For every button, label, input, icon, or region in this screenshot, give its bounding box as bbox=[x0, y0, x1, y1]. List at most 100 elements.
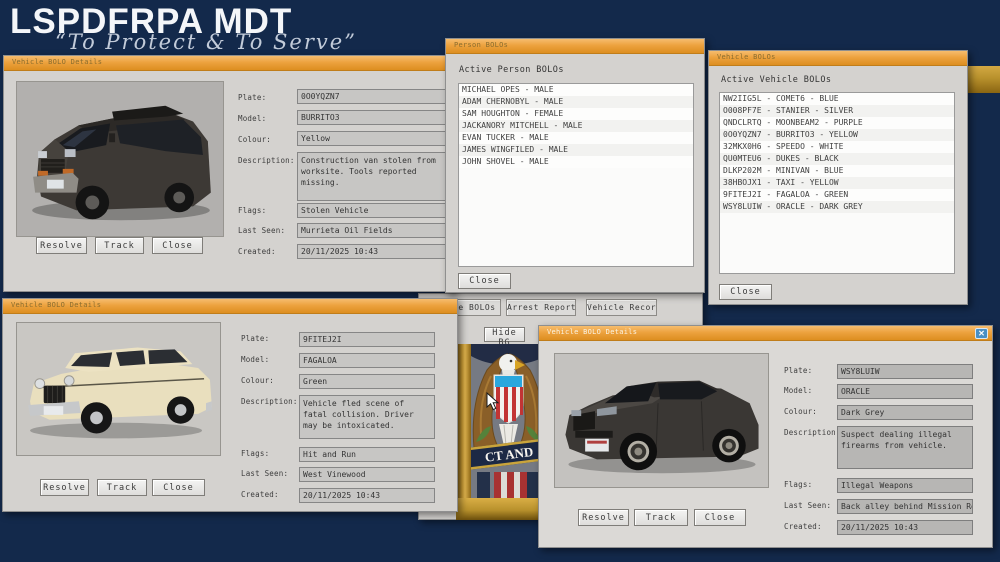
list-item[interactable]: 0O0YQZN7 - BURRITO3 - YELLOW bbox=[720, 129, 954, 141]
window-title: Person BOLOs bbox=[454, 41, 508, 49]
list-item[interactable]: 32MKX0H6 - SPEEDO - WHITE bbox=[720, 141, 954, 153]
window-vehicle-bolo-details-van: Vehicle BOLO Details bbox=[3, 55, 455, 292]
colour-label: Colour: bbox=[784, 407, 817, 416]
resolve-button[interactable]: Resolve bbox=[36, 237, 87, 254]
model-field[interactable]: FAGALOA bbox=[299, 353, 435, 368]
close-button[interactable]: Close bbox=[458, 273, 511, 289]
description-field[interactable]: Vehicle fled scene of fatal collision. D… bbox=[299, 395, 435, 439]
flags-label: Flags: bbox=[784, 480, 812, 489]
close-button[interactable]: Close bbox=[152, 237, 203, 254]
list-item[interactable]: QNDCLRTQ - MOONBEAM2 - PURPLE bbox=[720, 117, 954, 129]
list-item[interactable]: 38HBOJX1 - TAXI - YELLOW bbox=[720, 177, 954, 189]
description-label: Description: bbox=[784, 428, 841, 437]
seal-gold-footer bbox=[456, 498, 546, 520]
tab-vehicle-records[interactable]: Vehicle Records bbox=[586, 299, 657, 316]
mdt-screen: LSPDFRPA MDT “To Protect & To Serve” Veh… bbox=[0, 0, 1000, 562]
department-seal: CT AND bbox=[471, 344, 546, 520]
description-field[interactable]: Construction van stolen from worksite. T… bbox=[297, 152, 449, 201]
last-seen-label: Last Seen: bbox=[784, 501, 831, 510]
app-tagline: “To Protect & To Serve” bbox=[55, 30, 357, 54]
window-title: Vehicle BOLO Details bbox=[12, 58, 102, 66]
close-icon[interactable]: ✕ bbox=[975, 328, 988, 339]
description-label: Description: bbox=[238, 156, 295, 165]
last-seen-field[interactable]: West Vinewood bbox=[299, 467, 435, 482]
list-item[interactable]: O008PF7E - STANIER - SILVER bbox=[720, 105, 954, 117]
vehicle-bolos-heading: Active Vehicle BOLOs bbox=[721, 75, 831, 85]
list-item[interactable]: DLKP202M - MINIVAN - BLUE bbox=[720, 165, 954, 177]
titlebar[interactable]: Person BOLOs bbox=[446, 39, 704, 54]
window-person-bolos: Person BOLOs Active Person BOLOs MICHAEL… bbox=[445, 38, 705, 293]
flags-field[interactable]: Stolen Vehicle bbox=[297, 203, 449, 218]
flags-field[interactable]: Illegal Weapons bbox=[837, 478, 973, 493]
window-title: Vehicle BOLOs bbox=[717, 53, 776, 61]
vehicle-photo-wagon bbox=[16, 322, 221, 456]
window-vehicle-bolo-details-wagon: Vehicle BOLO Details Resolve bbox=[2, 298, 458, 512]
list-item[interactable]: MICHAEL OPES - MALE bbox=[459, 84, 693, 96]
list-item[interactable]: SAM HOUGHTON - FEMALE bbox=[459, 108, 693, 120]
seal-gold-column bbox=[456, 344, 471, 520]
resolve-button[interactable]: Resolve bbox=[578, 509, 629, 526]
close-button[interactable]: Close bbox=[694, 509, 746, 526]
created-label: Created: bbox=[238, 247, 276, 256]
plate-field[interactable]: 0O0YQZN7 bbox=[297, 89, 449, 104]
created-field[interactable]: 20/11/2025 10:43 bbox=[299, 488, 435, 503]
mouse-cursor-icon bbox=[486, 392, 500, 416]
resolve-button[interactable]: Resolve bbox=[40, 479, 89, 496]
last-seen-field[interactable]: Murrieta Oil Fields bbox=[297, 223, 449, 238]
flags-label: Flags: bbox=[238, 206, 266, 215]
created-field[interactable]: 20/11/2025 10:43 bbox=[297, 244, 449, 259]
created-label: Created: bbox=[784, 522, 822, 531]
vehicle-bolos-list: NW2IIG5L - COMET6 - BLUEO008PF7E - STANI… bbox=[719, 92, 955, 274]
model-label: Model: bbox=[241, 355, 269, 364]
flags-field[interactable]: Hit and Run bbox=[299, 447, 435, 462]
list-item[interactable]: QU0MTEU6 - DUKES - BLACK bbox=[720, 153, 954, 165]
close-button[interactable]: Close bbox=[719, 284, 772, 300]
description-label: Description: bbox=[241, 397, 298, 406]
close-button[interactable]: Close bbox=[152, 479, 205, 496]
list-item[interactable]: 9FITEJ2I - FAGALOA - GREEN bbox=[720, 189, 954, 201]
window-vehicle-bolo-details-sedan: Vehicle BOLO Details ✕ bbox=[538, 325, 993, 548]
titlebar[interactable]: Vehicle BOLOs bbox=[709, 51, 967, 66]
list-item[interactable]: JAMES WINGFILED - MALE bbox=[459, 144, 693, 156]
model-label: Model: bbox=[784, 386, 812, 395]
plate-field[interactable]: 9FITEJ2I bbox=[299, 332, 435, 347]
track-button[interactable]: Track bbox=[97, 479, 147, 496]
window-title: Vehicle BOLO Details bbox=[547, 328, 637, 336]
list-item[interactable]: ADAM CHERNOBYL - MALE bbox=[459, 96, 693, 108]
hide-bg-button[interactable]: Hide BG bbox=[484, 327, 525, 342]
plate-label: Plate: bbox=[241, 334, 269, 343]
track-button[interactable]: Track bbox=[634, 509, 688, 526]
vehicle-photo-sedan bbox=[554, 353, 769, 488]
model-field[interactable]: BURRITO3 bbox=[297, 110, 449, 125]
titlebar[interactable]: Vehicle BOLO Details ✕ bbox=[539, 326, 992, 341]
eagle-seal-graphic: CT AND bbox=[471, 344, 546, 520]
colour-label: Colour: bbox=[238, 135, 271, 144]
colour-field[interactable]: Dark Grey bbox=[837, 405, 973, 420]
list-item[interactable]: NW2IIG5L - COMET6 - BLUE bbox=[720, 93, 954, 105]
titlebar[interactable]: Vehicle BOLO Details bbox=[3, 299, 457, 314]
tab-arrest-reports[interactable]: Arrest Reports bbox=[506, 299, 576, 316]
person-bolos-heading: Active Person BOLOs bbox=[459, 65, 564, 75]
colour-field[interactable]: Yellow bbox=[297, 131, 449, 146]
list-item[interactable]: EVAN TUCKER - MALE bbox=[459, 132, 693, 144]
colour-field[interactable]: Green bbox=[299, 374, 435, 389]
last-seen-label: Last Seen: bbox=[241, 469, 288, 478]
window-vehicle-bolos: Vehicle BOLOs Active Vehicle BOLOs NW2II… bbox=[708, 50, 968, 305]
list-item[interactable]: JOHN SHOVEL - MALE bbox=[459, 156, 693, 168]
description-field[interactable]: Suspect dealing illegal firearms from ve… bbox=[837, 426, 973, 469]
list-item[interactable]: JACKANORY MITCHELL - MALE bbox=[459, 120, 693, 132]
window-title: Vehicle BOLO Details bbox=[11, 301, 101, 309]
created-field[interactable]: 20/11/2025 10:43 bbox=[837, 520, 973, 535]
track-button[interactable]: Track bbox=[95, 237, 144, 254]
person-bolos-list: MICHAEL OPES - MALEADAM CHERNOBYL - MALE… bbox=[458, 83, 694, 267]
list-item[interactable]: WSY8LUIW - ORACLE - DARK GREY bbox=[720, 201, 954, 213]
vehicle-photo-van bbox=[16, 81, 224, 237]
last-seen-field[interactable]: Back alley behind Mission Row bbox=[837, 499, 973, 514]
flags-label: Flags: bbox=[241, 449, 269, 458]
plate-label: Plate: bbox=[238, 93, 266, 102]
plate-field[interactable]: WSY8LUIW bbox=[837, 364, 973, 379]
colour-label: Colour: bbox=[241, 376, 274, 385]
titlebar[interactable]: Vehicle BOLO Details bbox=[4, 56, 454, 71]
last-seen-label: Last Seen: bbox=[238, 226, 285, 235]
model-field[interactable]: ORACLE bbox=[837, 384, 973, 399]
